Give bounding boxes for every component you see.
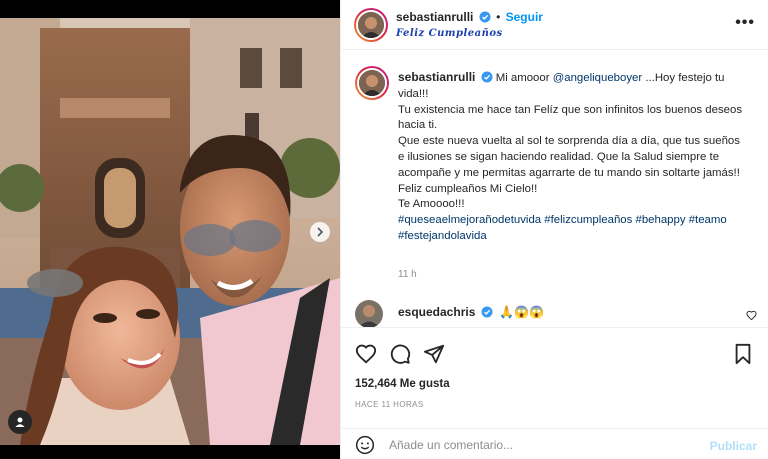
photo-illustration	[0, 18, 340, 445]
user-tag-button[interactable]	[8, 410, 32, 434]
hashtag-link[interactable]: #festejandolavida	[398, 230, 487, 242]
likes-count[interactable]: 152,464 Me gusta	[355, 378, 450, 390]
avatar[interactable]	[354, 8, 388, 42]
caption-lead: Mi amooor	[495, 72, 553, 84]
more-icon[interactable]: •••	[735, 14, 755, 32]
avatar-image	[359, 70, 385, 96]
heart-small-icon[interactable]	[746, 310, 757, 321]
caption-line: Te Amoooo!!!	[398, 198, 465, 211]
avatar-image	[358, 12, 384, 38]
mention-link[interactable]: @angeliqueboyer	[553, 72, 642, 84]
comment-body: esquedachris 🙏😱😱	[398, 305, 544, 319]
post-location[interactable]: Feliz Cumpleaños	[396, 28, 503, 39]
comment-text: 🙏😱😱	[499, 305, 544, 319]
post-dialog: sebastianrulli • Seguir Feliz Cumpleaños…	[0, 0, 768, 459]
post-header: sebastianrulli • Seguir Feliz Cumpleaños…	[341, 0, 768, 50]
comment-icon[interactable]	[389, 343, 411, 365]
caption-line: Tu existencia me hace tan Felíz que son …	[398, 103, 743, 132]
next-photo-button[interactable]	[310, 222, 330, 242]
post-photo[interactable]	[0, 18, 340, 445]
avatar-image	[355, 300, 383, 328]
verified-icon	[481, 71, 493, 83]
publish-button[interactable]: Publicar	[710, 439, 757, 453]
header-line: sebastianrulli • Seguir	[396, 10, 543, 24]
caption-text: sebastianrulli Mi amooor @angeliqueboyer…	[398, 70, 748, 245]
post-media	[0, 0, 340, 459]
author-username[interactable]: sebastianrulli	[396, 10, 473, 24]
commenter-avatar[interactable]	[355, 300, 383, 328]
post-actions: 152,464 Me gusta HACE 11 HORAS Publicar	[341, 327, 768, 459]
emoji-icon[interactable]	[355, 435, 375, 455]
post-timestamp[interactable]: HACE 11 HORAS	[355, 400, 424, 409]
caption-avatar[interactable]	[355, 66, 389, 100]
verified-icon	[481, 306, 493, 318]
separator-dot: •	[496, 10, 501, 24]
follow-button[interactable]: Seguir	[506, 10, 543, 24]
caption-author[interactable]: sebastianrulli	[398, 70, 475, 84]
hashtag-link[interactable]: #felizcumpleaños	[544, 214, 632, 226]
heart-icon[interactable]	[355, 343, 377, 365]
commenter-username[interactable]: esquedachris	[398, 305, 475, 319]
caption-timestamp[interactable]: 11 h	[398, 269, 417, 280]
comment-item: esquedachris 🙏😱😱	[355, 300, 765, 328]
hashtag-link[interactable]: #queseaelmejorañodetuvida	[398, 214, 541, 226]
caption-line: Feliz cumpleaños Mi Cielo!!	[398, 182, 538, 195]
caption-line: Que este nueva vuelta al sol te sorprend…	[398, 135, 740, 179]
chevron-right-icon	[317, 227, 324, 237]
verified-icon	[479, 11, 491, 23]
user-tag-icon	[15, 417, 25, 427]
comment-bar: Publicar	[341, 428, 768, 459]
hashtag-link[interactable]: #teamo	[689, 214, 727, 226]
post-sidebar: sebastianrulli • Seguir Feliz Cumpleaños…	[340, 0, 768, 459]
hashtag-link[interactable]: #behappy	[635, 214, 685, 226]
comment-input[interactable]	[389, 435, 689, 455]
share-icon[interactable]	[423, 343, 445, 365]
bookmark-icon[interactable]	[733, 343, 753, 365]
